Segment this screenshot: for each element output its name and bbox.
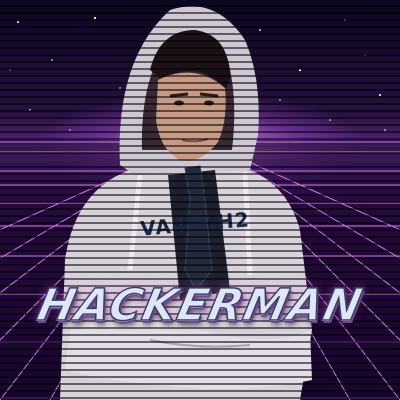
hooded-person xyxy=(60,6,312,400)
meme-image: VA4LT.H2 HACKERMAN xyxy=(0,0,400,400)
hackerman-title: HACKERMAN xyxy=(32,279,368,332)
